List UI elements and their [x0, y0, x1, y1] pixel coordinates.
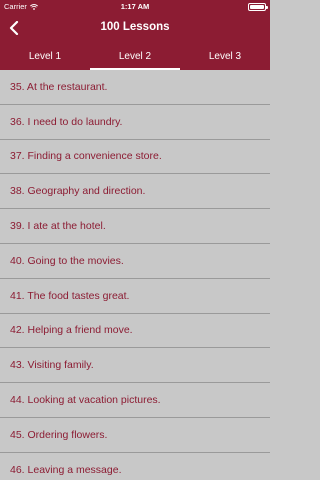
- list-item[interactable]: 39. I ate at the hotel.: [0, 209, 270, 244]
- list-item[interactable]: 44. Looking at vacation pictures.: [0, 383, 270, 418]
- tab-label: Level 3: [208, 51, 242, 62]
- list-item[interactable]: 41. The food tastes great.: [0, 278, 270, 314]
- lesson-label: 42. Helping a friend move.: [10, 324, 133, 337]
- lesson-list[interactable]: 35. At the restaurant. 36. I need to do …: [0, 70, 270, 480]
- list-item[interactable]: 40. Going to the movies.: [0, 243, 270, 279]
- tab-level-3[interactable]: Level 3: [180, 42, 270, 70]
- tab-level-2[interactable]: Level 2: [90, 42, 180, 70]
- lesson-label: 46. Leaving a message.: [10, 463, 122, 476]
- lesson-label: 39. I ate at the hotel.: [10, 220, 106, 233]
- status-bar: Carrier 1:17 AM: [0, 0, 270, 14]
- battery-fill: [250, 5, 264, 9]
- status-time: 1:17 AM: [120, 2, 150, 11]
- list-item[interactable]: 42. Helping a friend move.: [0, 313, 270, 349]
- level-tabs: Level 1 Level 2 Level 3: [0, 42, 270, 70]
- tab-level-1[interactable]: Level 1: [0, 42, 90, 70]
- battery-icon: [248, 3, 268, 11]
- lesson-label: 35. At the restaurant.: [10, 80, 108, 93]
- tab-label: Level 2: [118, 51, 152, 62]
- lesson-label: 37. Finding a convenience store.: [10, 150, 162, 163]
- list-item[interactable]: 36. I need to do laundry.: [0, 104, 270, 140]
- lesson-label: 38. Geography and direction.: [10, 185, 146, 198]
- navigation-bar: 100 Lessons: [0, 14, 270, 42]
- lesson-label: 36. I need to do laundry.: [10, 115, 123, 128]
- lesson-label: 41. The food tastes great.: [10, 289, 130, 302]
- list-item[interactable]: 43. Visiting family.: [0, 348, 270, 384]
- list-item[interactable]: 46. Leaving a message.: [0, 452, 270, 480]
- tab-label: Level 1: [28, 51, 62, 62]
- lesson-label: 40. Going to the movies.: [10, 254, 124, 267]
- lesson-label: 43. Visiting family.: [10, 359, 94, 372]
- list-item[interactable]: 38. Geography and direction.: [0, 174, 270, 210]
- page-title: 100 Lessons: [100, 21, 170, 33]
- lesson-label: 44. Looking at vacation pictures.: [10, 394, 161, 407]
- lesson-label: 45. Ordering flowers.: [10, 428, 108, 441]
- list-item[interactable]: 45. Ordering flowers.: [0, 417, 270, 453]
- list-item[interactable]: 37. Finding a convenience store.: [0, 139, 270, 175]
- list-item[interactable]: 35. At the restaurant.: [0, 70, 270, 105]
